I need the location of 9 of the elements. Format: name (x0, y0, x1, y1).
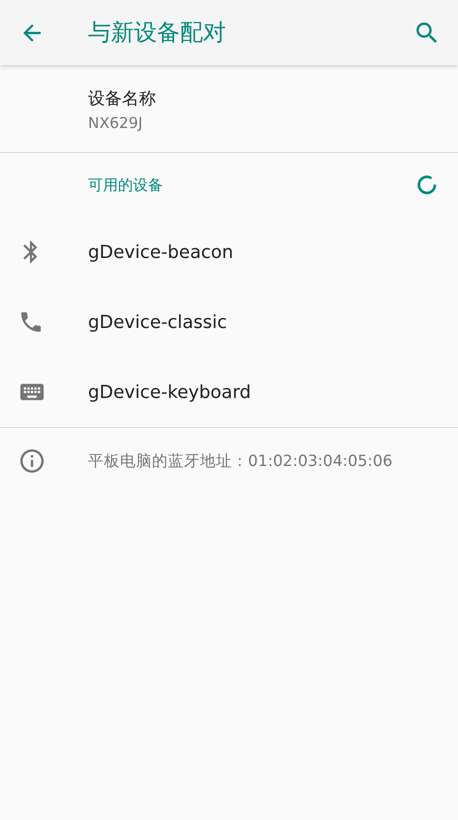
device-item[interactable]: gDevice-keyboard (0, 357, 458, 427)
device-item[interactable]: gDevice-beacon (0, 217, 458, 287)
device-item[interactable]: gDevice-classic (0, 287, 458, 357)
device-name-value: NX629J (88, 114, 144, 132)
screen-title: 与新设备配对 (88, 19, 227, 48)
device-name-label: 设备名称 (88, 88, 157, 110)
section-header: 可用的设备 (88, 176, 164, 194)
bluetooth-address-text: 平板电脑的蓝牙地址：01:02:03:04:05:06 (88, 450, 392, 472)
info-icon (18, 447, 46, 475)
